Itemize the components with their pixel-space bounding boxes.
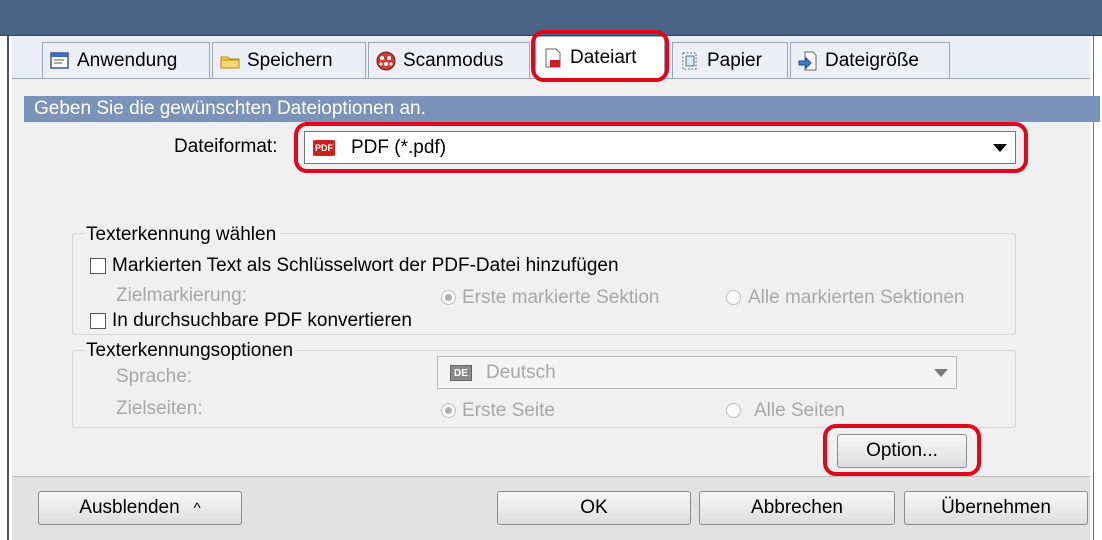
pdf-file-icon: PDF xyxy=(313,139,335,156)
file-size-icon xyxy=(797,50,819,72)
description-bar: Geben Sie die gewünschten Dateioptionen … xyxy=(24,96,1100,122)
radio-all-pages[interactable] xyxy=(726,403,741,418)
language-value: Deutsch xyxy=(486,361,556,383)
tab-label: Dateiart xyxy=(570,46,637,68)
window-title-strip xyxy=(0,0,1102,36)
language-label: Sprache: xyxy=(116,366,193,387)
dropdown-arrow-icon xyxy=(993,144,1007,152)
searchable-pdf-checkbox[interactable] xyxy=(90,313,106,329)
window-frame-left xyxy=(0,36,9,540)
file-format-label: Dateiformat: xyxy=(174,136,278,157)
cancel-button[interactable]: Abbrechen xyxy=(699,491,895,525)
hide-button[interactable]: Ausblenden ^ xyxy=(38,491,242,525)
settings-window: Anwendung Speichern Scanmodus Dateiart P… xyxy=(0,0,1102,540)
language-flag-icon: DE xyxy=(450,364,472,381)
file-type-icon xyxy=(542,47,564,69)
radio-first-section[interactable] xyxy=(441,290,456,305)
tab-scanmodus[interactable]: Scanmodus xyxy=(368,42,530,78)
folder-icon xyxy=(219,50,241,72)
tab-papier[interactable]: Papier xyxy=(672,42,788,78)
ok-button[interactable]: OK xyxy=(497,491,691,525)
tab-label: Dateigröße xyxy=(825,49,919,71)
language-select[interactable]: DE Deutsch xyxy=(437,356,957,389)
ocr-options-group-title: Texterkennungsoptionen xyxy=(84,340,298,362)
keyword-checkbox[interactable] xyxy=(90,258,106,274)
cancel-button-label: Abbrechen xyxy=(751,497,843,518)
text-recognition-group-title: Texterkennung wählen xyxy=(84,224,281,246)
apply-button-label: Übernehmen xyxy=(941,497,1051,518)
chevron-up-icon: ^ xyxy=(193,499,201,517)
radio-first-page-label: Erste Seite xyxy=(462,400,555,421)
tab-label: Scanmodus xyxy=(403,49,504,71)
tab-dateiart[interactable]: Dateiart xyxy=(535,36,665,78)
tab-label: Speichern xyxy=(247,49,333,71)
radio-all-pages-label: Alle Seiten xyxy=(754,400,845,421)
hide-button-label: Ausblenden xyxy=(79,497,180,518)
radio-all-sections-label: Alle markierten Sektionen xyxy=(748,287,965,308)
searchable-pdf-checkbox-label: In durchsuchbare PDF konvertieren xyxy=(112,310,412,331)
tab-speichern[interactable]: Speichern xyxy=(212,42,366,78)
tab-dateigroesse[interactable]: Dateigröße xyxy=(790,42,950,78)
tab-label: Anwendung xyxy=(77,49,178,71)
option-button-label: Option... xyxy=(866,440,938,461)
radio-first-section-label: Erste markierte Sektion xyxy=(462,287,660,308)
ok-button-label: OK xyxy=(580,497,608,518)
target-marking-label: Zielmarkierung: xyxy=(116,285,247,306)
file-format-select[interactable]: PDF PDF (*.pdf) xyxy=(304,131,1016,164)
target-pages-label: Zielseiten: xyxy=(116,398,203,419)
dropdown-arrow-icon xyxy=(934,369,948,377)
paper-icon xyxy=(679,50,701,72)
keyword-checkbox-label: Markierten Text als Schlüsselwort der PD… xyxy=(112,255,619,276)
description-text: Geben Sie die gewünschten Dateioptionen … xyxy=(34,98,426,119)
tab-label: Papier xyxy=(707,49,762,71)
tab-anwendung[interactable]: Anwendung xyxy=(42,42,210,78)
application-icon xyxy=(49,50,71,72)
file-format-value: PDF (*.pdf) xyxy=(351,136,447,158)
apply-button[interactable]: Übernehmen xyxy=(904,491,1088,525)
option-button[interactable]: Option... xyxy=(837,434,967,468)
scan-mode-icon xyxy=(375,50,397,72)
radio-first-page[interactable] xyxy=(441,403,456,418)
radio-all-sections[interactable] xyxy=(726,290,741,305)
